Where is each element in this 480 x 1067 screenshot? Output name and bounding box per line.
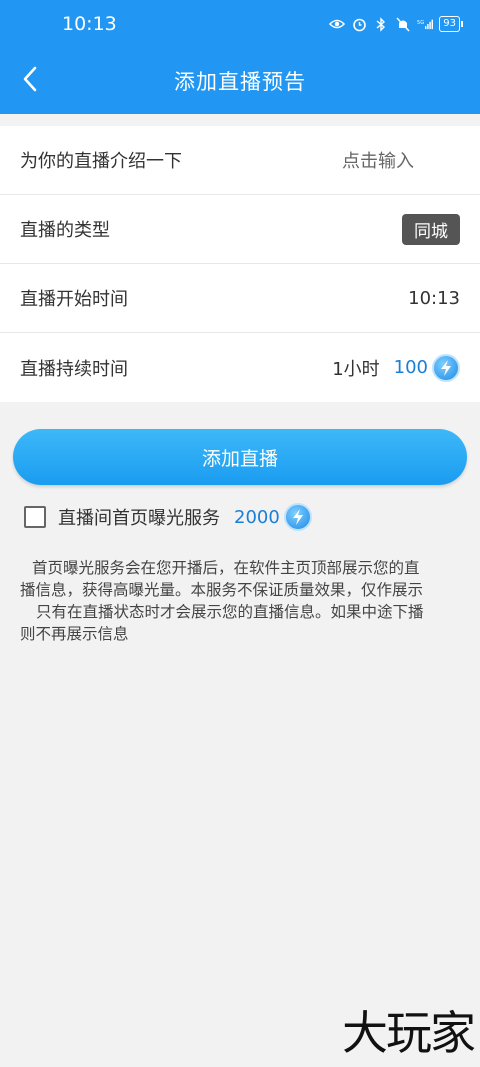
watermark-logo: 大玩家 (342, 1006, 476, 1060)
type-tag[interactable]: 同城 (402, 213, 460, 245)
svg-text:5G: 5G (417, 20, 424, 26)
service-description: 首页曝光服务会在您开播后，在软件主页顶部展示您的直 播信息，获得高曝光量。本服务… (20, 557, 460, 645)
intro-label: 为你的直播介绍一下 (20, 151, 182, 172)
description-line: 播信息，获得高曝光量。本服务不保证质量效果，仅作展示 (20, 581, 424, 599)
lightning-coin-icon (283, 503, 312, 531)
type-label: 直播的类型 (20, 220, 110, 241)
duration-cost: 100 (393, 357, 428, 378)
duration-value-group[interactable]: 1小时 100 (332, 353, 460, 382)
duration-value: 1小时 (332, 358, 380, 380)
battery-indicator: 93 (439, 16, 463, 32)
start-time-value[interactable]: 10:13 (408, 288, 460, 309)
back-button[interactable] (10, 48, 50, 114)
lightning-coin-icon (432, 353, 460, 382)
description-line: 只有在直播状态时才会展示您的直播信息。如果中途下播 (36, 603, 424, 621)
add-live-button[interactable]: 添加直播 (13, 429, 467, 485)
exposure-service-cost: 2000 (234, 506, 280, 528)
start-time-label: 直播开始时间 (20, 289, 128, 310)
exposure-service[interactable]: 直播间首页曝光服务 2000 (24, 503, 480, 531)
chevron-left-icon (22, 66, 38, 96)
duration-label: 直播持续时间 (20, 358, 128, 380)
start-time-row[interactable]: 直播开始时间 10:13 (0, 264, 480, 333)
status-icons: 5G 93 (329, 16, 463, 32)
description-line: 则不再展示信息 (20, 625, 129, 643)
type-row[interactable]: 直播的类型 同城 (0, 195, 480, 264)
exposure-service-label: 直播间首页曝光服务 (58, 508, 220, 529)
duration-row[interactable]: 直播持续时间 1小时 100 (0, 333, 480, 402)
eye-icon (329, 16, 346, 32)
status-bar: 10:13 5G 93 (0, 0, 480, 48)
live-form: 为你的直播介绍一下 点击输入 直播的类型 同城 直播开始时间 10:13 直播持… (0, 126, 480, 402)
page-title: 添加直播预告 (174, 70, 306, 94)
mute-icon (395, 16, 411, 32)
description-line: 首页曝光服务会在您开播后，在软件主页顶部展示您的直 (32, 559, 420, 577)
5g-signal-icon: 5G (417, 16, 434, 32)
intro-input[interactable]: 点击输入 (342, 147, 414, 173)
nav-bar: 添加直播预告 (0, 48, 480, 114)
bluetooth-icon (373, 16, 389, 32)
intro-row[interactable]: 为你的直播介绍一下 点击输入 (0, 126, 480, 195)
status-time: 10:13 (62, 13, 117, 35)
exposure-checkbox[interactable] (24, 506, 46, 528)
alarm-icon (351, 16, 367, 32)
